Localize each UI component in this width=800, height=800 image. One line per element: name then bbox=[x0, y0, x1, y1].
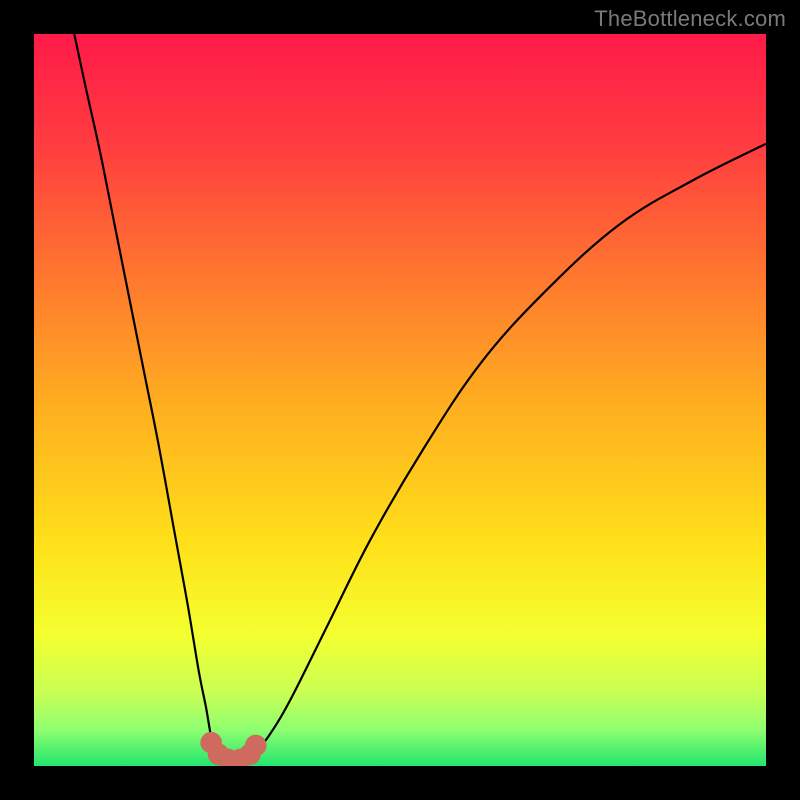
bottleneck-curve-chart bbox=[0, 0, 800, 800]
plot-background bbox=[34, 34, 766, 766]
trough-marker bbox=[246, 735, 266, 755]
chart-frame: TheBottleneck.com bbox=[0, 0, 800, 800]
